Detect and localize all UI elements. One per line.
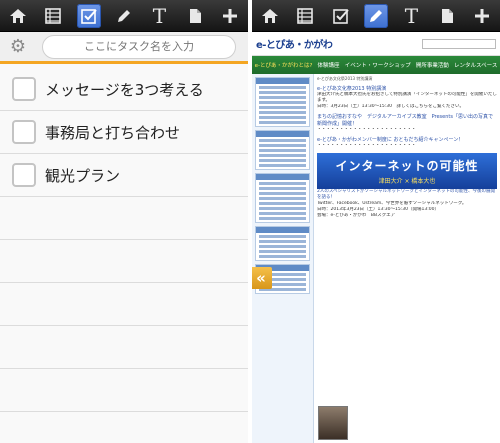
- nav-item[interactable]: e-とぴあ・かがわとは?: [255, 61, 313, 69]
- task-label: 観光プラン: [45, 166, 121, 185]
- task-checkbox[interactable]: [12, 77, 36, 101]
- nav-item[interactable]: イベント・ワークショップ: [345, 61, 411, 69]
- site-search-input[interactable]: [422, 38, 496, 49]
- section-link[interactable]: まちの記憶おすなや デジタルアーカイブス教室 Presents「思い出の写真で新…: [317, 113, 497, 127]
- breadcrumb[interactable]: e-とぴあ文化祭2013 特別講演: [317, 76, 497, 82]
- document-icon: [441, 8, 453, 23]
- empty-row: [0, 283, 248, 326]
- home-button[interactable]: [258, 4, 282, 28]
- task-checkbox[interactable]: [12, 120, 36, 144]
- empty-row: [0, 326, 248, 369]
- headline[interactable]: e-とぴあ文化祭2013 特別講演: [317, 85, 497, 92]
- add-button[interactable]: [470, 4, 494, 28]
- speaker-photo: [318, 406, 348, 440]
- sidebar-box: [255, 226, 310, 261]
- pencil-button[interactable]: [112, 4, 136, 28]
- site-nav: e-とぴあ・かがわとは? 体験講座 イベント・ワークショップ 開所事業活動 レン…: [252, 56, 500, 74]
- placeholder-text: ・・・・・・・・・・・・・・・・・・・・・・: [317, 127, 416, 132]
- task-list: メッセージを3つ考える 事務局と打ち合わせ 観光プラン: [0, 68, 248, 412]
- body-line: 会場：e-とぴあ・かがわ BBスクエア: [317, 213, 396, 218]
- section-link[interactable]: e-とぴあ・かがわメンバー制度に おともだち紹介キャンペーン！: [317, 136, 497, 143]
- intro-line: 日時：3月23日（土）13:30〜15:30 詳しくはこちらをご覧ください。: [317, 104, 465, 109]
- site-sidebar: «: [252, 74, 314, 443]
- empty-row: [0, 197, 248, 240]
- site-body: « e-とぴあ文化祭2013 特別講演 e-とぴあ文化祭2013 特別講演 津田…: [252, 74, 500, 443]
- collapse-panel-button[interactable]: «: [252, 267, 272, 289]
- task-name-input[interactable]: [42, 34, 236, 59]
- task-app-toolbar: T: [0, 0, 248, 32]
- web-page[interactable]: e-とぴあ・かがわ e-とぴあ・かがわとは? 体験講座 イベント・ワークショップ…: [252, 32, 500, 443]
- body-line: 2人のスペシャリストがソーシャルネットワークとインターネットの可能性、今後の展開…: [317, 189, 495, 200]
- task-label: メッセージを3つ考える: [45, 80, 204, 99]
- document-icon: [189, 8, 201, 23]
- pencil-button[interactable]: [363, 3, 388, 28]
- placeholder-text: ・・・・・・・・・・・・・・・・・・・・・・: [317, 143, 416, 148]
- empty-row: [0, 369, 248, 412]
- add-button[interactable]: [218, 4, 242, 28]
- browser-app-toolbar: T: [252, 0, 500, 32]
- checklist-button[interactable]: [329, 4, 353, 28]
- text-button[interactable]: T: [399, 4, 423, 28]
- task-checkbox[interactable]: [12, 163, 36, 187]
- site-header: e-とぴあ・かがわ: [252, 32, 500, 56]
- sidebar-box: [255, 77, 310, 127]
- empty-row: [0, 240, 248, 283]
- checkbox-icon: [332, 8, 349, 24]
- intro-line: 津田大介氏と橋本大也氏をお招きして特別講演「インターネットの可能性」を開催いたし…: [317, 92, 497, 103]
- browser-app-screen: T e-とぴあ・かがわ e-とぴあ・かがわとは? 体験講座 イベント・ワークショ…: [252, 0, 500, 443]
- checklist-button[interactable]: [76, 3, 101, 28]
- task-app-screen: T ⚙ メッセージを3つ考える 事務局と打ち合わせ 観光プラン: [0, 0, 248, 443]
- sidebar-box: [255, 173, 310, 223]
- plus-icon: [475, 8, 490, 23]
- banner-title: インターネットの可能性: [335, 159, 479, 173]
- home-icon: [261, 8, 278, 23]
- list-icon: [297, 7, 313, 24]
- task-item[interactable]: 事務局と打ち合わせ: [0, 111, 248, 154]
- task-item[interactable]: 観光プラン: [0, 154, 248, 197]
- list-button[interactable]: [41, 4, 65, 28]
- document-button[interactable]: [435, 4, 459, 28]
- text-button[interactable]: T: [147, 4, 171, 28]
- document-button[interactable]: [183, 4, 207, 28]
- plus-icon: [223, 8, 238, 23]
- task-label: 事務局と打ち合わせ: [45, 123, 181, 142]
- gear-icon: ⚙: [9, 36, 27, 57]
- text-icon: T: [152, 3, 167, 28]
- pencil-icon: [117, 9, 130, 22]
- nav-item[interactable]: レンタルスペース: [454, 61, 497, 69]
- banner-subtitle: 津田大介 × 橋本大也: [378, 178, 436, 185]
- home-icon: [9, 8, 26, 23]
- sidebar-box: [255, 130, 310, 170]
- double-chevron-left-icon: «: [256, 269, 266, 287]
- task-input-bar: ⚙: [0, 32, 248, 64]
- task-item[interactable]: メッセージを3つ考える: [0, 68, 248, 111]
- text-icon: T: [404, 3, 419, 28]
- event-banner[interactable]: インターネットの可能性 津田大介 × 橋本大也: [317, 153, 497, 189]
- nav-item[interactable]: 開所事業活動: [416, 61, 449, 69]
- home-button[interactable]: [6, 4, 30, 28]
- checkbox-icon: [80, 8, 97, 24]
- list-icon: [45, 7, 61, 24]
- list-button[interactable]: [293, 4, 317, 28]
- pencil-icon: [369, 9, 382, 22]
- nav-item[interactable]: 体験講座: [318, 61, 340, 69]
- settings-button[interactable]: ⚙: [6, 35, 30, 59]
- site-main: e-とぴあ文化祭2013 特別講演 e-とぴあ文化祭2013 特別講演 津田大介…: [314, 74, 500, 443]
- site-logo[interactable]: e-とぴあ・かがわ: [256, 36, 333, 51]
